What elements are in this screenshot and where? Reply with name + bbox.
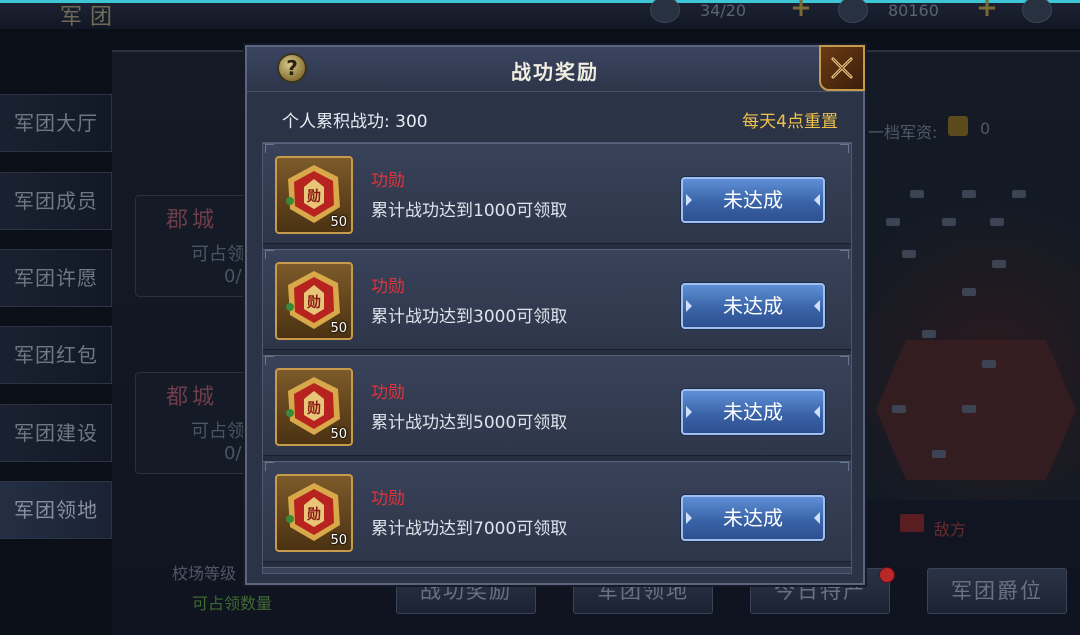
reward-item-slot[interactable]: 勋 50 (275, 474, 353, 552)
scroll-icon (948, 116, 968, 136)
leaf-resource-icon (650, 0, 680, 23)
resource-1-value: 34/20 (700, 1, 747, 20)
merit-total: 个人累积战功: 300 (282, 112, 428, 132)
notification-dot (879, 567, 895, 583)
reward-item-slot[interactable]: 勋 50 (275, 262, 353, 340)
sidebar-item-build[interactable]: 军团建设 (0, 404, 112, 462)
sidebar-item-wish[interactable]: 军团许愿 (0, 249, 112, 307)
city-marker[interactable] (990, 218, 1004, 226)
city-name: 都城 (166, 385, 219, 410)
reward-row: 勋 50 功勋 累计战功达到3000可领取 未达成 (263, 249, 851, 350)
reward-item-slot[interactable]: 勋 50 (275, 156, 353, 234)
city-marker[interactable] (962, 288, 976, 296)
svg-text:勋: 勋 (306, 400, 321, 417)
city-marker[interactable] (962, 405, 976, 413)
city-marker[interactable] (910, 190, 924, 198)
reward-requirement: 累计战功达到1000可领取 (371, 201, 568, 221)
reward-row: 勋 50 功勋 累计战功达到5000可领取 未达成 (263, 355, 851, 456)
enemy-region (876, 340, 1076, 480)
add-resource-2-icon[interactable]: + (976, 0, 998, 21)
sidebar-item-hall[interactable]: 军团大厅 (0, 94, 112, 152)
merit-info-row: 个人累积战功: 300 每天4点重置 (247, 93, 863, 141)
reward-count: 50 (330, 533, 347, 548)
reward-list[interactable]: 勋 50 功勋 累计战功达到1000可领取 未达成 勋 50 功勋 累计战功达到… (262, 142, 852, 574)
sidebar-item-territory[interactable]: 军团领地 (0, 481, 112, 539)
claim-button[interactable]: 未达成 (681, 177, 825, 223)
svg-text:勋: 勋 (306, 294, 321, 311)
svg-text:勋: 勋 (306, 188, 321, 205)
resource-2-value: 80160 (888, 1, 939, 20)
sidebar-item-redpacket[interactable]: 军团红包 (0, 326, 112, 384)
reward-count: 50 (330, 321, 347, 336)
coin-resource-icon (838, 0, 868, 23)
city-marker[interactable] (982, 360, 996, 368)
reward-row-partial (263, 567, 851, 573)
city-marker[interactable] (892, 405, 906, 413)
city-marker[interactable] (962, 190, 976, 198)
school-level-label: 校场等级 (172, 564, 237, 583)
reset-note: 每天4点重置 (742, 112, 838, 132)
merit-rewards-dialog: ? 战功奖励 个人累积战功: 300 每天4点重置 勋 50 功勋 累计战功达到… (245, 45, 865, 585)
dialog-title: 战功奖励 (511, 60, 599, 84)
reward-item-slot[interactable]: 勋 50 (275, 368, 353, 446)
city-marker[interactable] (922, 330, 936, 338)
close-icon[interactable] (819, 45, 865, 91)
enemy-fort-icon (900, 514, 924, 532)
city-occupy-label: 可占领 (191, 244, 245, 265)
city-name: 郡城 (166, 208, 219, 233)
city-marker[interactable] (992, 260, 1006, 268)
territory-map[interactable] (862, 170, 1080, 500)
enemy-label: 敌方 (934, 520, 967, 539)
city-card-capital[interactable]: 都城 可占领 0/ (135, 372, 252, 474)
reward-name: 功勋 (371, 171, 405, 191)
city-occupy-count: 0/ (224, 266, 242, 287)
svg-text:勋: 勋 (306, 506, 321, 523)
dialog-header: ? 战功奖励 (247, 45, 865, 92)
reward-requirement: 累计战功达到7000可领取 (371, 519, 568, 539)
claim-button[interactable]: 未达成 (681, 495, 825, 541)
claim-button[interactable]: 未达成 (681, 283, 825, 329)
reward-row: 勋 50 功勋 累计战功达到7000可领取 未达成 (263, 461, 851, 562)
reward-count: 50 (330, 427, 347, 442)
occupy-count-label: 可占领数量 (192, 594, 273, 613)
claim-button[interactable]: 未达成 (681, 389, 825, 435)
reward-row: 勋 50 功勋 累计战功达到1000可领取 未达成 (263, 143, 851, 244)
moon-resource-icon (1022, 0, 1052, 23)
supply-label: 一档军资: (868, 123, 938, 142)
city-marker[interactable] (1012, 190, 1026, 198)
city-marker[interactable] (886, 218, 900, 226)
reward-requirement: 累计战功达到5000可领取 (371, 413, 568, 433)
sidebar-item-members[interactable]: 军团成员 (0, 172, 112, 230)
reward-name: 功勋 (371, 383, 405, 403)
top-bar: 军团 34/20 + 80160 + (0, 0, 1080, 30)
add-resource-1-icon[interactable]: + (790, 0, 812, 21)
city-occupy-count: 0/ (224, 443, 242, 464)
city-marker[interactable] (932, 450, 946, 458)
reward-requirement: 累计战功达到3000可领取 (371, 307, 568, 327)
city-card-prefecture[interactable]: 郡城 可占领 0/ (135, 195, 252, 297)
reward-name: 功勋 (371, 277, 405, 297)
city-occupy-label: 可占领 (191, 421, 245, 442)
tab-rank[interactable]: 军团爵位 (927, 568, 1067, 614)
city-marker[interactable] (902, 250, 916, 258)
guild-title: 军团 (60, 5, 121, 30)
city-marker[interactable] (942, 218, 956, 226)
reward-count: 50 (330, 215, 347, 230)
reward-name: 功勋 (371, 489, 405, 509)
supply-value: 0 (980, 119, 991, 138)
